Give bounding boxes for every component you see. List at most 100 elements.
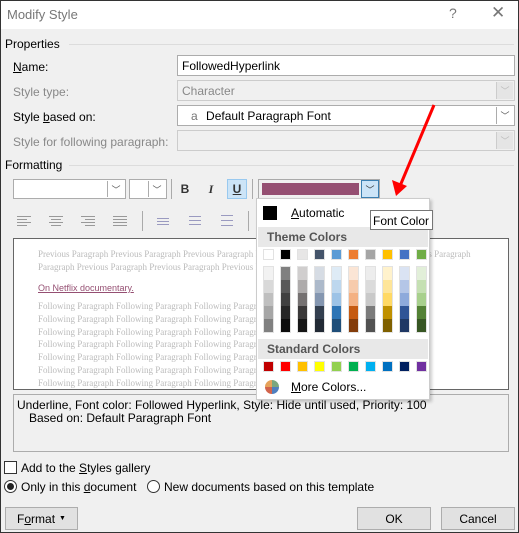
font-color-picker[interactable]: ﹀ — [258, 179, 380, 199]
theme-shade-swatch[interactable] — [366, 267, 375, 280]
theme-shade-swatch[interactable] — [349, 319, 358, 332]
theme-shade-swatch[interactable] — [298, 306, 307, 319]
help-button[interactable]: ? — [449, 5, 457, 21]
theme-shade-swatch[interactable] — [264, 319, 273, 332]
theme-shade-swatch[interactable] — [349, 280, 358, 293]
font-size-select[interactable]: ﹀ — [129, 179, 167, 199]
theme-shade-swatch[interactable] — [417, 306, 426, 319]
standard-color-swatch[interactable] — [280, 361, 291, 372]
theme-shade-swatch[interactable] — [383, 267, 392, 280]
theme-shade-swatch[interactable] — [281, 293, 290, 306]
theme-shade-swatch[interactable] — [298, 293, 307, 306]
theme-shade-swatch[interactable] — [417, 267, 426, 280]
theme-color-swatch[interactable] — [365, 249, 376, 260]
chevron-down-icon[interactable]: ﹀ — [148, 181, 165, 197]
chevron-down-icon[interactable]: ﹀ — [496, 107, 513, 124]
new-documents-radio[interactable] — [147, 480, 160, 493]
theme-shade-swatch[interactable] — [383, 280, 392, 293]
theme-color-swatch[interactable] — [348, 249, 359, 260]
justify-button[interactable] — [113, 216, 127, 226]
standard-color-swatch[interactable] — [382, 361, 393, 372]
theme-shade-swatch[interactable] — [417, 280, 426, 293]
theme-shade-swatch[interactable] — [315, 319, 324, 332]
theme-shade-swatch[interactable] — [400, 306, 409, 319]
theme-color-swatch[interactable] — [382, 249, 393, 260]
theme-shade-swatch[interactable] — [349, 267, 358, 280]
underline-button[interactable]: U — [227, 179, 247, 199]
theme-shade-swatch[interactable] — [400, 267, 409, 280]
theme-shade-swatch[interactable] — [315, 306, 324, 319]
theme-shade-swatch[interactable] — [349, 306, 358, 319]
theme-shade-swatch[interactable] — [264, 280, 273, 293]
theme-shade-swatch[interactable] — [366, 319, 375, 332]
standard-color-swatch[interactable] — [399, 361, 410, 372]
bold-button[interactable]: B — [175, 179, 195, 199]
based-on-select[interactable]: a Default Paragraph Font ﹀ — [177, 105, 515, 126]
theme-shade-swatch[interactable] — [315, 280, 324, 293]
standard-color-swatch[interactable] — [263, 361, 274, 372]
theme-shade-swatch[interactable] — [298, 319, 307, 332]
theme-shade-swatch[interactable] — [332, 293, 341, 306]
font-color-swatch[interactable] — [262, 183, 359, 195]
format-button[interactable]: Format ▼ — [5, 507, 78, 530]
standard-color-swatch[interactable] — [348, 361, 359, 372]
theme-color-swatch[interactable] — [263, 249, 274, 260]
theme-shade-swatch[interactable] — [264, 306, 273, 319]
add-to-gallery-checkbox[interactable] — [4, 461, 17, 474]
theme-shade-swatch[interactable] — [332, 319, 341, 332]
chevron-down-icon[interactable]: ﹀ — [107, 181, 124, 197]
theme-color-swatch[interactable] — [331, 249, 342, 260]
standard-color-swatch[interactable] — [297, 361, 308, 372]
only-this-document-radio[interactable] — [4, 480, 17, 493]
theme-color-swatch[interactable] — [314, 249, 325, 260]
theme-shade-swatch[interactable] — [383, 306, 392, 319]
name-input[interactable]: FollowedHyperlink — [177, 55, 515, 76]
theme-shade-swatch[interactable] — [332, 267, 341, 280]
theme-shade-swatch[interactable] — [366, 306, 375, 319]
more-colors-option[interactable]: More Colors... — [291, 380, 366, 394]
font-name-select[interactable]: ﹀ — [13, 179, 126, 199]
theme-shade-swatch[interactable] — [281, 280, 290, 293]
standard-color-swatch[interactable] — [416, 361, 427, 372]
theme-shade-swatch[interactable] — [400, 280, 409, 293]
theme-shade-swatch[interactable] — [417, 293, 426, 306]
theme-shade-swatch[interactable] — [264, 267, 273, 280]
close-button[interactable]: ✕ — [491, 3, 505, 23]
theme-shade-swatch[interactable] — [315, 293, 324, 306]
standard-color-swatch[interactable] — [331, 361, 342, 372]
theme-shade-swatch[interactable] — [400, 319, 409, 332]
theme-shade-swatch[interactable] — [366, 280, 375, 293]
double-spacing-button[interactable] — [221, 215, 235, 226]
align-left-button[interactable] — [17, 216, 31, 226]
theme-shade-swatch[interactable] — [281, 267, 290, 280]
theme-shade-swatch[interactable] — [400, 293, 409, 306]
chevron-down-icon[interactable]: ﹀ — [361, 180, 379, 198]
theme-shade-swatch[interactable] — [417, 319, 426, 332]
one-half-spacing-button[interactable] — [189, 216, 203, 226]
align-right-button[interactable] — [81, 216, 95, 226]
automatic-color-swatch[interactable] — [263, 206, 277, 220]
theme-shade-swatch[interactable] — [315, 267, 324, 280]
theme-shade-swatch[interactable] — [383, 293, 392, 306]
standard-color-swatch[interactable] — [314, 361, 325, 372]
cancel-button[interactable]: Cancel — [441, 507, 515, 530]
theme-shade-swatch[interactable] — [298, 267, 307, 280]
theme-color-swatch[interactable] — [399, 249, 410, 260]
standard-color-swatch[interactable] — [365, 361, 376, 372]
ok-button[interactable]: OK — [357, 507, 431, 530]
theme-shade-swatch[interactable] — [298, 280, 307, 293]
theme-color-swatch[interactable] — [416, 249, 427, 260]
theme-shade-swatch[interactable] — [349, 293, 358, 306]
theme-shade-swatch[interactable] — [332, 306, 341, 319]
theme-shade-swatch[interactable] — [366, 293, 375, 306]
single-spacing-button[interactable] — [157, 218, 171, 228]
theme-shade-swatch[interactable] — [264, 293, 273, 306]
theme-color-swatch[interactable] — [297, 249, 308, 260]
theme-color-swatch[interactable] — [280, 249, 291, 260]
automatic-color-option[interactable]: Automatic — [291, 206, 344, 220]
theme-shade-swatch[interactable] — [281, 319, 290, 332]
italic-button[interactable]: I — [201, 179, 221, 199]
theme-shade-swatch[interactable] — [383, 319, 392, 332]
theme-shade-swatch[interactable] — [332, 280, 341, 293]
align-center-button[interactable] — [49, 216, 63, 226]
